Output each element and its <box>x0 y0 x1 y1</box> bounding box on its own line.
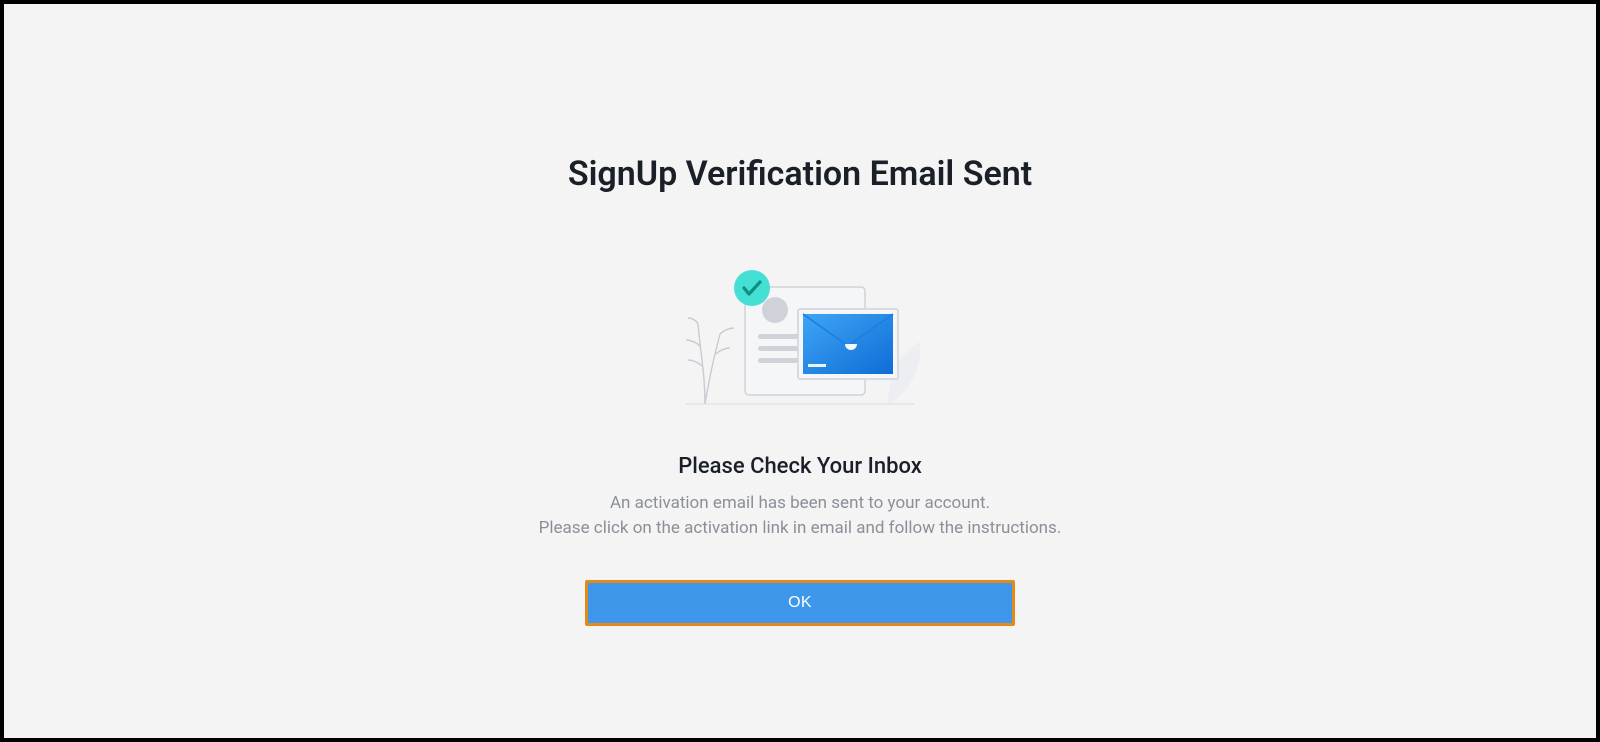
activation-instructions-text: Please click on the activation link in e… <box>539 516 1062 541</box>
page-title: SignUp Verification Email Sent <box>568 154 1032 194</box>
ok-button[interactable]: OK <box>588 583 1012 623</box>
activation-sent-text: An activation email has been sent to you… <box>610 491 990 516</box>
check-inbox-heading: Please Check Your Inbox <box>678 454 922 479</box>
ok-button-highlight: OK <box>585 580 1015 626</box>
email-sent-illustration <box>650 254 950 414</box>
